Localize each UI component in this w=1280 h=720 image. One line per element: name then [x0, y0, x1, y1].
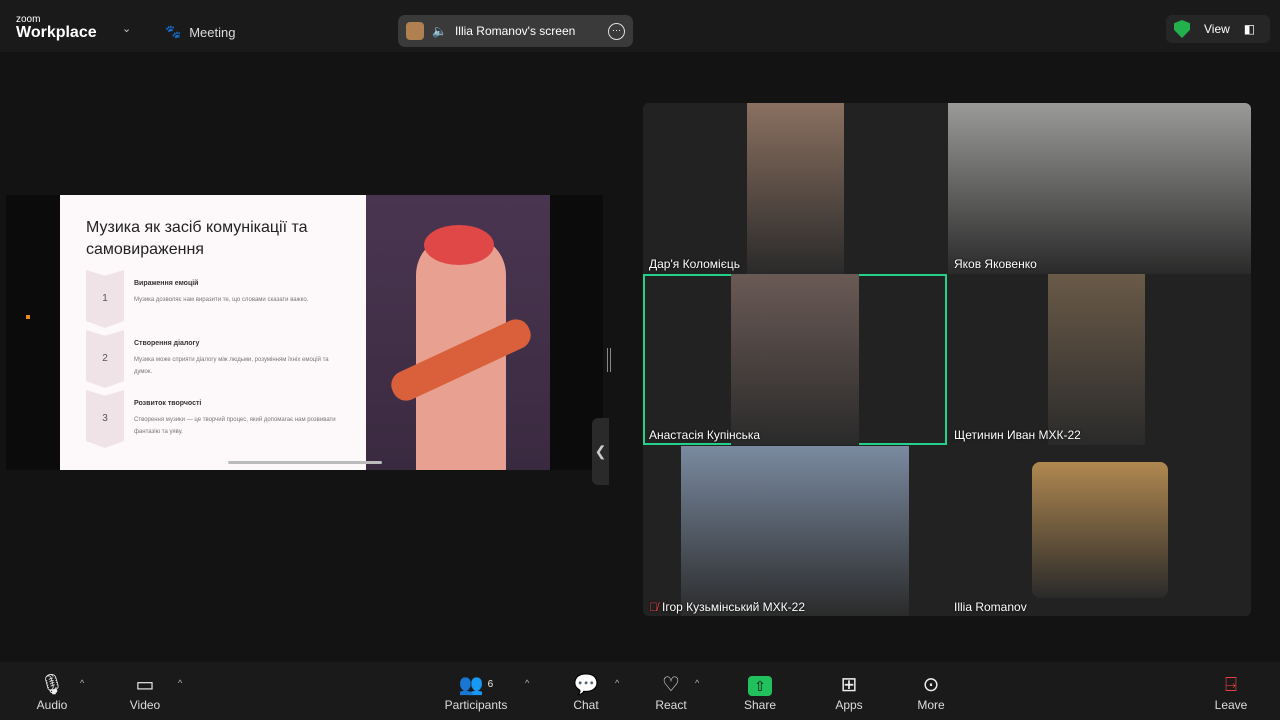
- guitarist-illustration: [366, 195, 550, 470]
- participant-name-text: Анастасія Купінська: [649, 428, 761, 442]
- step-text: Музика дозволяє нам виразити те, що слов…: [134, 297, 309, 303]
- participant-tile[interactable]: Дар'я Коломієць: [643, 103, 947, 274]
- participant-video: [731, 274, 859, 445]
- apps-icon: ⊞: [840, 674, 858, 696]
- participant-video: [1048, 274, 1145, 445]
- apps-label: Apps: [835, 698, 863, 712]
- slide-title: Музика як засіб комунікації та самовираж…: [86, 219, 308, 258]
- video-options-caret[interactable]: ^: [178, 678, 182, 688]
- participant-video: [948, 103, 1251, 274]
- slide-step: 3 Розвиток творчості Створення музики — це…: [86, 390, 356, 448]
- step-heading: Розвиток творчості: [134, 400, 202, 407]
- chat-label: Chat: [573, 698, 599, 712]
- audio-options-caret[interactable]: ^: [80, 678, 84, 688]
- slide-scrollbar[interactable]: [228, 461, 382, 464]
- participants-options-caret[interactable]: ^: [525, 678, 529, 688]
- share-label: Share: [743, 698, 777, 712]
- participants-button[interactable]: 👥 6 Participants: [441, 672, 511, 712]
- step-number: 1: [86, 270, 124, 328]
- leave-button[interactable]: ⍈ Leave: [1196, 672, 1266, 712]
- more-button[interactable]: ⊙ More: [896, 672, 966, 712]
- participants-label: Participants: [444, 698, 508, 712]
- react-label: React: [655, 698, 687, 712]
- paw-icon: 🐾: [165, 24, 182, 39]
- resize-divider[interactable]: [607, 348, 611, 372]
- slide-content: Музика як засіб комунікації та самовираж…: [60, 195, 366, 470]
- apps-button[interactable]: ⊞ Apps: [814, 672, 884, 712]
- participant-name-text: Яков Яковенко: [954, 257, 1037, 271]
- participant-tile[interactable]: Illia Romanov: [948, 446, 1251, 616]
- step-heading: Створення діалогу: [134, 340, 200, 347]
- participant-video: [1032, 462, 1168, 598]
- participant-name: Щетинин Иван МХК-22: [954, 428, 1081, 442]
- shared-screen: Музика як засіб комунікації та самовираж…: [6, 195, 609, 485]
- logo-big: Workplace: [16, 24, 97, 41]
- top-bar: zoom Workplace ⌄ 🐾 Meeting 🔈 Illia Romanov…: [0, 0, 1280, 52]
- participant-name: Illia Romanov: [954, 600, 1027, 614]
- leave-icon: ⍈: [1225, 674, 1237, 696]
- muted-mic-icon: 🎙̸: [649, 600, 658, 614]
- participant-video: [681, 446, 909, 616]
- participant-name: Яков Яковенко: [954, 257, 1037, 271]
- participant-name: 🎙̸ Ігор Кузьмінський МХК-22: [649, 600, 805, 614]
- step-text: Музика може сприяти діалогу між людьми, …: [134, 357, 329, 375]
- camera-icon: ▭: [135, 674, 155, 696]
- chat-button[interactable]: 💬 Chat: [551, 672, 621, 712]
- participant-tile[interactable]: Щетинин Иван МХК-22: [948, 274, 1251, 445]
- share-button[interactable]: ⇧ Share: [725, 672, 795, 712]
- collapse-panel-handle[interactable]: ❮: [592, 418, 609, 485]
- zoom-logo: zoom Workplace: [16, 15, 97, 41]
- participant-tile[interactable]: 🎙̸ Ігор Кузьмінський МХК-22: [643, 446, 947, 616]
- more-icon[interactable]: ···: [608, 22, 625, 40]
- microphone-icon: 🎙: [39, 674, 65, 696]
- slide-step: 2 Створення діалогу Музика може сприяти ді…: [86, 330, 356, 388]
- leave-label: Leave: [1214, 698, 1248, 712]
- participant-video: [747, 103, 844, 274]
- cursor-dot: [26, 315, 30, 319]
- chat-options-caret[interactable]: ^: [615, 678, 619, 688]
- participant-name-text: Ігор Кузьмінський МХК-22: [662, 600, 805, 614]
- video-label: Video: [129, 698, 161, 712]
- meeting-menu[interactable]: 🐾 Meeting: [165, 24, 235, 40]
- chat-icon: 💬: [573, 674, 599, 696]
- step-text: Створення музики — це творчий процес, як…: [134, 417, 336, 435]
- screen-share-pill[interactable]: 🔈 Illia Romanov's screen ···: [398, 15, 633, 47]
- view-label: View: [1204, 22, 1230, 36]
- more-label: More: [917, 698, 945, 712]
- step-number: 2: [86, 330, 124, 388]
- participants-count: 6: [487, 679, 494, 690]
- step-number: 3: [86, 390, 124, 448]
- audio-label: Audio: [36, 698, 68, 712]
- step-heading: Вираження емоцій: [134, 280, 199, 287]
- layout-icon: ◧: [1243, 22, 1256, 36]
- participant-name: Анастасія Купінська: [649, 428, 760, 442]
- speaker-icon: 🔈: [432, 24, 447, 38]
- participant-name: Дар'я Коломієць: [649, 257, 740, 271]
- view-button[interactable]: View ◧: [1166, 15, 1270, 43]
- meeting-label: Meeting: [189, 24, 236, 40]
- participant-tile[interactable]: Яков Яковенко: [948, 103, 1251, 274]
- video-button[interactable]: ▭ Video: [110, 672, 180, 712]
- shield-icon: [1174, 20, 1190, 38]
- react-options-caret[interactable]: ^: [695, 678, 699, 688]
- participant-tile[interactable]: Анастасія Купінська: [643, 274, 947, 445]
- avatar: [406, 22, 424, 40]
- participants-icon: 👥: [458, 674, 484, 696]
- share-screen-icon: ⇧: [748, 676, 772, 696]
- participant-name-text: Illia Romanov: [954, 600, 1027, 614]
- more-icon: ⊙: [922, 674, 940, 696]
- participant-name-text: Дар'я Коломієць: [649, 257, 740, 271]
- share-label: Illia Romanov's screen: [454, 24, 576, 38]
- participant-name-text: Щетинин Иван МХК-22: [954, 428, 1081, 442]
- audio-button[interactable]: 🎙 Audio: [17, 672, 87, 712]
- slide-step: 1 Вираження емоцій Музика дозволяє нам вир…: [86, 270, 356, 328]
- bottom-toolbar: 🎙 Audio ^ ▭ Video ^ 👥 6 Participants ^ 💬 Chat…: [0, 662, 1280, 720]
- video-grid: Дар'я Коломієць Яков Яковенко Анастасія Ку…: [643, 103, 1251, 616]
- chevron-down-icon[interactable]: ⌄: [122, 22, 131, 35]
